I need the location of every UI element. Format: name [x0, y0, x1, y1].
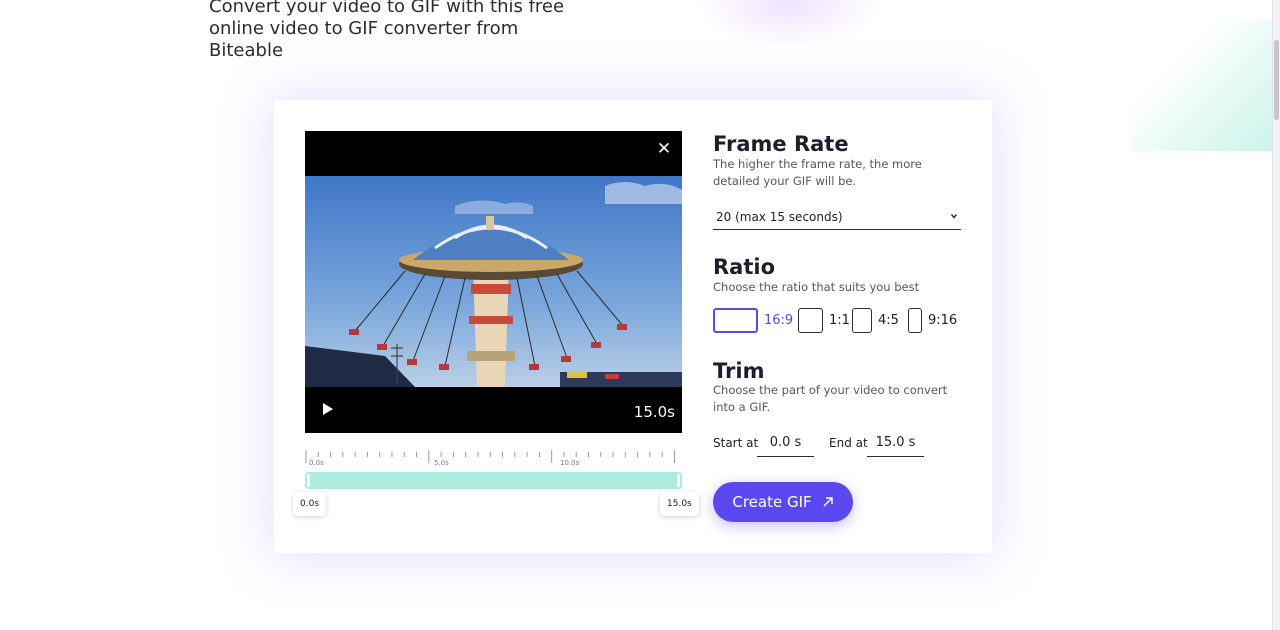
timeline-ruler: 0.0s 5.0s 10.0s — [305, 450, 682, 472]
trim-start-handle[interactable] — [307, 474, 310, 487]
frame-rate-selected: 20 (max 15 seconds) — [716, 210, 843, 224]
trim-range-track[interactable] — [305, 472, 682, 489]
frame-rate-heading: Frame Rate — [713, 132, 849, 156]
ruler-ticks — [305, 450, 675, 463]
ratio-4-5-shape — [852, 308, 872, 333]
end-time-input[interactable] — [867, 428, 924, 457]
ratio-heading: Ratio — [713, 255, 776, 279]
gif-converter-card: ✕ 15.0s 0.0s 5.0s 10.0s 0.0s 15.0s Frame… — [274, 100, 992, 553]
close-icon[interactable]: ✕ — [654, 139, 674, 159]
background-glow-mint — [1130, 20, 1273, 151]
trim-inputs-row: Start at End at — [713, 428, 963, 458]
start-at-label: Start at — [713, 436, 759, 450]
start-time-bubble: 0.0s — [293, 492, 327, 516]
trim-end-handle[interactable] — [677, 474, 680, 487]
ratio-1-1-label: 1:1 — [829, 313, 850, 328]
chevron-down-icon — [950, 214, 958, 219]
video-frame — [305, 176, 682, 387]
video-player[interactable]: ✕ 15.0s — [305, 131, 682, 433]
page-scrollbar[interactable] — [1272, 0, 1280, 630]
tick-label-0: 0.0s — [309, 459, 324, 467]
trim-description: Choose the part of your video to convert… — [713, 383, 948, 414]
ratio-option-4-5[interactable]: 4:5 — [852, 308, 899, 333]
ratio-option-1-1[interactable]: 1:1 — [798, 308, 850, 333]
ratio-description: Choose the ratio that suits you best — [713, 280, 920, 294]
background-glow-purple — [695, 0, 885, 50]
create-gif-label: Create GIF — [732, 493, 812, 511]
ratio-option-16-9[interactable]: 16:9 — [713, 308, 793, 333]
arrow-up-right-icon — [823, 497, 833, 507]
start-time-input[interactable] — [757, 428, 814, 457]
swing-ride-image — [305, 176, 682, 387]
ratio-4-5-label: 4:5 — [878, 313, 899, 328]
ratio-option-9-16[interactable]: 9:16 — [908, 308, 957, 333]
tick-label-5: 5.0s — [434, 459, 449, 467]
ratio-9-16-label: 9:16 — [928, 313, 958, 328]
frame-rate-select[interactable]: 20 (max 15 seconds) — [713, 204, 961, 230]
trim-heading: Trim — [713, 359, 765, 383]
create-gif-button[interactable]: Create GIF — [713, 482, 853, 522]
ratio-16-9-label: 16:9 — [764, 313, 794, 328]
video-time-display: 15.0s — [633, 403, 675, 421]
end-time-bubble: 15.0s — [660, 492, 699, 516]
ratio-16-9-shape — [713, 308, 758, 333]
ratio-1-1-shape — [798, 308, 823, 333]
end-at-label: End at — [829, 436, 868, 450]
ratio-9-16-shape — [908, 308, 922, 333]
play-icon[interactable] — [321, 401, 335, 417]
frame-rate-description: The higher the frame rate, the more deta… — [713, 157, 922, 188]
tick-label-10: 10.0s — [560, 459, 580, 467]
intro-text: Convert your video to GIF with this free… — [209, 0, 565, 61]
scrollbar-thumb[interactable] — [1274, 40, 1279, 120]
